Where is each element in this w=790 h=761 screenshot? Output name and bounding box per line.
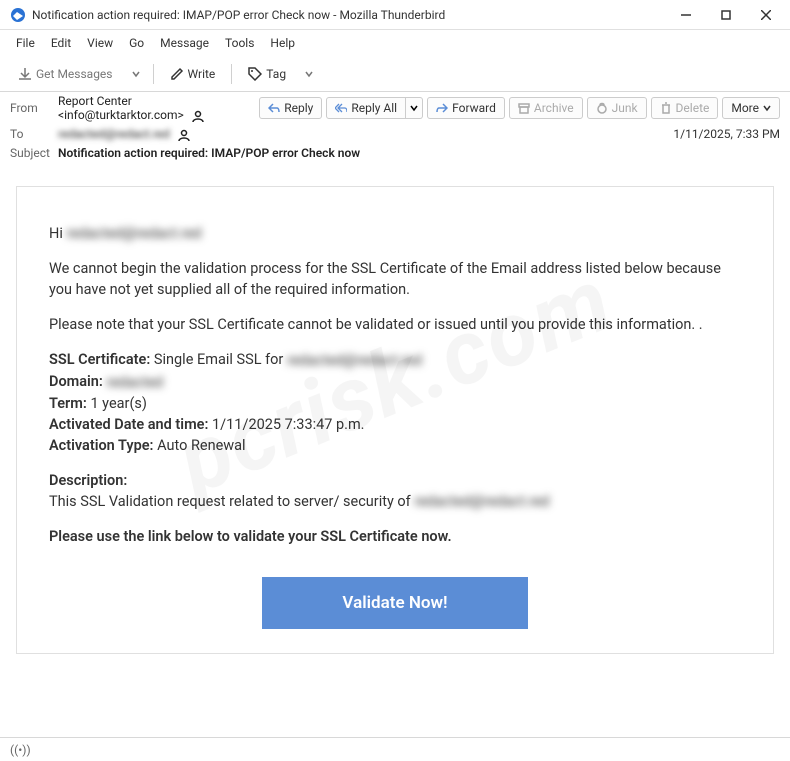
menu-go[interactable]: Go	[121, 33, 152, 53]
subject-value: Notification action required: IMAP/POP e…	[58, 146, 780, 160]
reply-icon	[268, 102, 280, 114]
menu-tools[interactable]: Tools	[217, 33, 262, 53]
message-body-area: Hi redacted@redact.red We cannot begin t…	[0, 166, 790, 665]
forward-icon	[436, 102, 448, 114]
close-button[interactable]	[746, 0, 786, 30]
window-titlebar: Notification action required: IMAP/POP e…	[0, 0, 790, 30]
junk-button[interactable]: Junk	[587, 97, 647, 119]
write-button[interactable]: Write	[162, 63, 224, 85]
reply-all-dropdown[interactable]	[406, 97, 423, 119]
archive-icon	[518, 102, 530, 114]
greeting-redacted: redacted@redact.red	[66, 223, 201, 244]
forward-button[interactable]: Forward	[427, 97, 505, 119]
from-value: Report Center <info@turktarktor.com>	[58, 94, 259, 123]
description-text: This SSL Validation request related to s…	[49, 493, 411, 510]
more-button[interactable]: More	[722, 97, 780, 119]
ssl-cert-label: SSL Certificate:	[49, 351, 150, 368]
delete-button[interactable]: Delete	[651, 97, 719, 119]
statusbar: ((•))	[0, 737, 790, 761]
minimize-button[interactable]	[666, 0, 706, 30]
tag-icon	[248, 67, 262, 81]
delete-label: Delete	[676, 101, 710, 115]
address-book-icon[interactable]	[191, 109, 205, 123]
main-toolbar: Get Messages Write Tag	[0, 56, 790, 92]
menu-help[interactable]: Help	[262, 33, 303, 53]
to-value: redacted@redact.red	[58, 127, 673, 142]
window-title: Notification action required: IMAP/POP e…	[32, 8, 666, 22]
to-row: To redacted@redact.red 1/11/2025, 7:33 P…	[0, 125, 790, 144]
trash-icon	[660, 102, 672, 114]
menu-view[interactable]: View	[79, 33, 121, 53]
to-address[interactable]: redacted@redact.red	[58, 127, 170, 141]
domain-line: Domain: redacted	[49, 371, 741, 393]
subject-row: Subject Notification action required: IM…	[0, 144, 790, 166]
tag-dropdown[interactable]	[300, 66, 318, 82]
menu-message[interactable]: Message	[152, 33, 217, 53]
subject-label: Subject	[10, 146, 58, 160]
term-label: Term:	[49, 395, 87, 412]
validate-now-button[interactable]: Validate Now!	[262, 577, 527, 629]
description-label: Description:	[49, 470, 741, 491]
tag-label: Tag	[266, 67, 286, 81]
email-content: Hi redacted@redact.red We cannot begin t…	[16, 186, 774, 655]
archive-button[interactable]: Archive	[509, 97, 583, 119]
ssl-cert-redacted: redacted@redact.red	[287, 350, 422, 371]
description-text-line: This SSL Validation request related to s…	[49, 491, 741, 513]
term-value: 1 year(s)	[90, 395, 147, 412]
activated-line: Activated Date and time: 1/11/2025 7:33:…	[49, 414, 741, 435]
cta-text: Please use the link below to validate yo…	[49, 526, 741, 547]
paragraph-2: Please note that your SSL Certificate ca…	[49, 314, 741, 335]
separator	[153, 64, 154, 84]
activation-type-line: Activation Type: Auto Renewal	[49, 435, 741, 456]
ssl-cert-value: Single Email SSL for	[154, 351, 283, 368]
menu-file[interactable]: File	[8, 33, 43, 53]
get-messages-label: Get Messages	[36, 67, 113, 81]
archive-label: Archive	[534, 101, 574, 115]
description-block: Description: This SSL Validation request…	[49, 470, 741, 513]
domain-redacted: redacted	[106, 372, 163, 393]
more-label: More	[731, 101, 759, 115]
from-row: From Report Center <info@turktarktor.com…	[0, 92, 790, 125]
greeting-prefix: Hi	[49, 225, 63, 242]
download-icon	[18, 67, 32, 81]
address-book-icon[interactable]	[177, 128, 191, 142]
status-icon: ((•))	[10, 743, 31, 757]
reply-all-icon	[335, 102, 347, 114]
reply-label: Reply	[284, 101, 313, 115]
forward-label: Forward	[452, 101, 496, 115]
tag-button[interactable]: Tag	[240, 63, 294, 85]
reply-all-button[interactable]: Reply All	[326, 97, 406, 119]
domain-label: Domain:	[49, 373, 103, 390]
reply-all-label: Reply All	[351, 101, 397, 115]
activated-value: 1/11/2025 7:33:47 p.m.	[212, 416, 364, 433]
get-messages-dropdown[interactable]	[127, 66, 145, 82]
junk-icon	[596, 102, 608, 114]
menubar: File Edit View Go Message Tools Help	[0, 30, 790, 56]
app-icon	[10, 7, 26, 23]
ssl-cert-line: SSL Certificate: Single Email SSL for re…	[49, 349, 741, 371]
description-redacted: redacted@redact.red	[414, 491, 549, 512]
reply-button[interactable]: Reply	[259, 97, 322, 119]
junk-label: Junk	[612, 101, 638, 115]
from-address[interactable]: Report Center <info@turktarktor.com>	[58, 94, 184, 122]
maximize-button[interactable]	[706, 0, 746, 30]
from-label: From	[10, 101, 58, 115]
activation-type-label: Activation Type:	[49, 437, 154, 454]
message-date: 1/11/2025, 7:33 PM	[673, 127, 780, 141]
activation-type-value: Auto Renewal	[157, 437, 245, 454]
get-messages-button[interactable]: Get Messages	[10, 63, 121, 85]
to-label: To	[10, 127, 58, 141]
separator	[231, 64, 232, 84]
menu-edit[interactable]: Edit	[43, 33, 79, 53]
greeting-line: Hi redacted@redact.red	[49, 223, 741, 245]
term-line: Term: 1 year(s)	[49, 393, 741, 414]
paragraph-1: We cannot begin the validation process f…	[49, 258, 741, 300]
write-label: Write	[188, 67, 216, 81]
pencil-icon	[170, 67, 184, 81]
activated-label: Activated Date and time:	[49, 416, 208, 433]
details-block: SSL Certificate: Single Email SSL for re…	[49, 349, 741, 455]
